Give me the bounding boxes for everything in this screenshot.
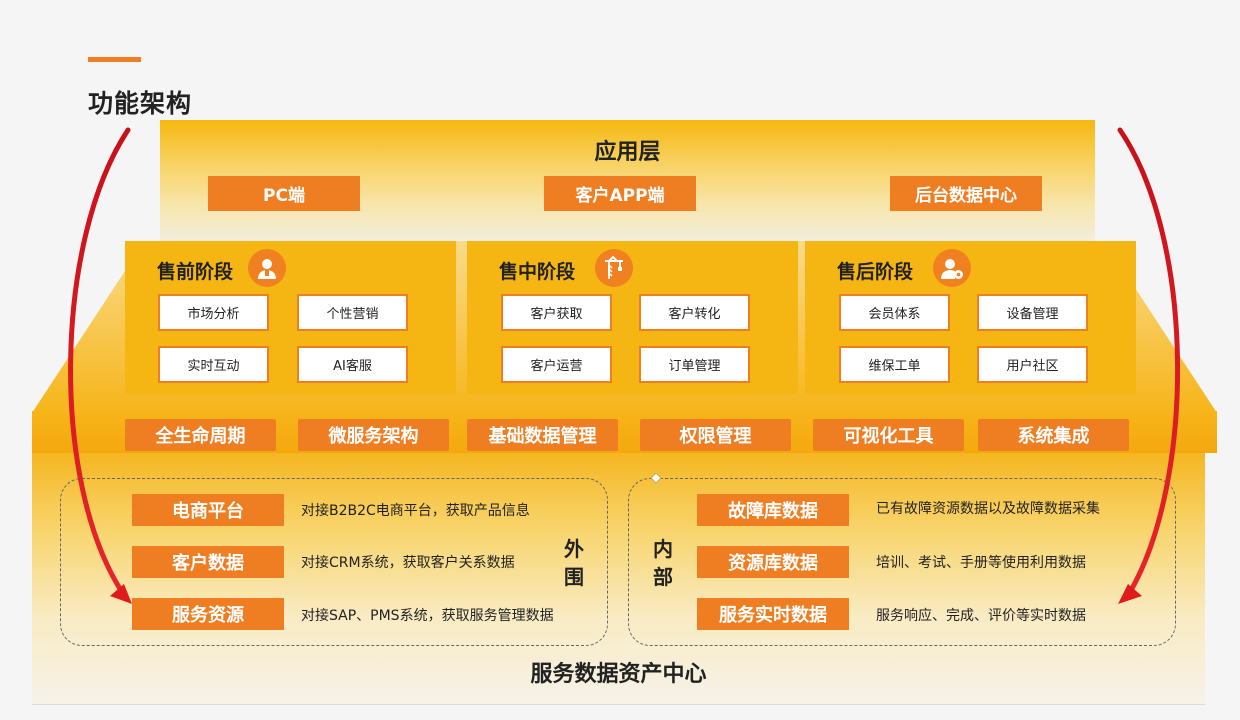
stage-presale: 售前阶段 市场分析 个性营销 实时互动 AI客服 (125, 241, 456, 394)
chip-maintenance-ticket[interactable]: 维保工单 (839, 346, 950, 383)
stage-presale-title: 售前阶段 (157, 261, 234, 283)
page-title: 功能架构 (88, 89, 193, 118)
chip-user-community[interactable]: 用户社区 (977, 346, 1088, 383)
chip-personalized-marketing[interactable]: 个性营销 (297, 294, 408, 331)
source-service-resource-desc: 对接SAP、PMS系统，获取服务管理数据 (301, 608, 554, 624)
user-settings-icon (933, 249, 971, 287)
chip-customer-conversion[interactable]: 客户转化 (639, 294, 750, 331)
internal-group: 故障库数据 已有故障资源数据以及故障数据采集 资源库数据 培训、考试、手册等使用… (628, 478, 1176, 646)
source-ecommerce-desc: 对接B2B2C电商平台，获取产品信息 (301, 503, 530, 519)
band-integration[interactable]: 系统集成 (978, 419, 1129, 451)
chip-order-management[interactable]: 订单管理 (639, 346, 750, 383)
internal-label: 内部 (653, 537, 673, 589)
stage-insale: 售中阶段 客户获取 客户转化 客户运营 订单管理 (467, 241, 798, 394)
band-master-data[interactable]: 基础数据管理 (467, 419, 618, 451)
client-app-button[interactable]: 客户APP端 (544, 176, 696, 211)
title-accent-bar (88, 57, 141, 62)
backend-data-center-button[interactable]: 后台数据中心 (890, 176, 1042, 211)
source-ecommerce[interactable]: 电商平台 (132, 494, 284, 526)
chip-realtime-interaction[interactable]: 实时互动 (158, 346, 269, 383)
band-permission[interactable]: 权限管理 (640, 419, 791, 451)
source-resource-library-desc: 培训、考试、手册等使用利用数据 (876, 555, 1086, 571)
chip-device-management[interactable]: 设备管理 (977, 294, 1088, 331)
data-center-title: 服务数据资产中心 (530, 662, 707, 687)
band-visualization[interactable]: 可视化工具 (813, 419, 964, 451)
source-service-realtime-desc: 服务响应、完成、评价等实时数据 (876, 608, 1086, 624)
application-layer-title: 应用层 (594, 140, 661, 165)
chip-membership-system[interactable]: 会员体系 (839, 294, 950, 331)
stage-insale-title: 售中阶段 (499, 261, 576, 283)
band-microservice[interactable]: 微服务架构 (298, 419, 449, 451)
source-customer-data-desc: 对接CRM系统，获取客户关系数据 (301, 555, 515, 571)
source-fault-library[interactable]: 故障库数据 (697, 494, 849, 526)
chip-customer-operation[interactable]: 客户运营 (501, 346, 612, 383)
external-label: 外围 (564, 537, 584, 589)
source-resource-library[interactable]: 资源库数据 (697, 546, 849, 578)
stage-aftersale: 售后阶段 会员体系 设备管理 维保工单 用户社区 (805, 241, 1136, 394)
chip-customer-acquisition[interactable]: 客户获取 (501, 294, 612, 331)
stage-aftersale-title: 售后阶段 (837, 261, 914, 283)
source-customer-data[interactable]: 客户数据 (132, 546, 284, 578)
source-service-resource[interactable]: 服务资源 (132, 598, 284, 630)
source-service-realtime[interactable]: 服务实时数据 (697, 598, 849, 630)
application-layer: 应用层 PC端 客户APP端 后台数据中心 (160, 120, 1095, 242)
chip-ai-service[interactable]: AI客服 (297, 346, 408, 383)
chip-market-analysis[interactable]: 市场分析 (158, 294, 269, 331)
crane-icon (595, 249, 633, 287)
external-group: 电商平台 对接B2B2C电商平台，获取产品信息 客户数据 对接CRM系统，获取客… (60, 478, 608, 646)
band-lifecycle[interactable]: 全生命周期 (125, 419, 276, 451)
pc-button[interactable]: PC端 (208, 176, 360, 211)
person-icon (248, 249, 286, 287)
source-fault-library-desc: 已有故障资源数据以及故障数据采集 (876, 501, 1100, 517)
